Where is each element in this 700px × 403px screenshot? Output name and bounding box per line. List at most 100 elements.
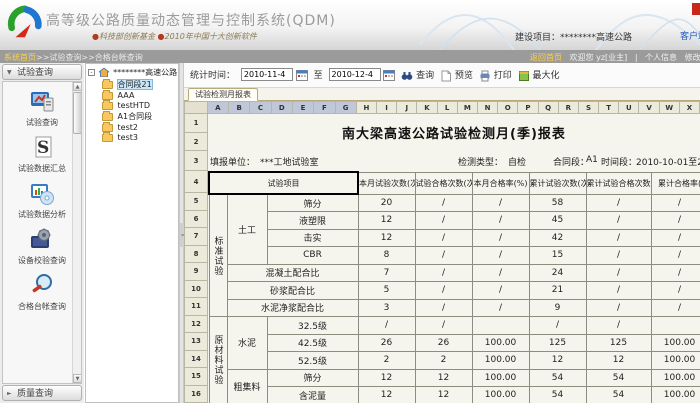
column-letter[interactable]: V	[639, 101, 659, 114]
cell[interactable]: 100.00	[651, 334, 700, 352]
cell[interactable]: 12	[529, 352, 586, 370]
column-letter[interactable]: N	[478, 101, 498, 114]
cell[interactable]: 100.00	[651, 352, 700, 370]
column-letter[interactable]: C	[250, 101, 271, 114]
cell[interactable]: 12	[358, 212, 415, 230]
column-letter[interactable]: F	[314, 101, 335, 114]
cell[interactable]: /	[651, 212, 700, 230]
subgroup-cell[interactable]: 土工	[227, 194, 267, 264]
cell[interactable]: 125	[586, 334, 651, 352]
cell[interactable]: 26	[415, 334, 472, 352]
cell[interactable]: 100.00	[651, 387, 700, 403]
cell[interactable]: 42	[529, 229, 586, 247]
item-cell[interactable]: 液塑限	[267, 212, 358, 230]
row-number[interactable]: 1	[184, 114, 208, 133]
column-letter[interactable]: H	[357, 101, 377, 114]
cell[interactable]: /	[415, 299, 472, 317]
date-from-input[interactable]	[241, 68, 293, 81]
tree-item[interactable]: test2	[86, 122, 178, 132]
sidebar-item-test-query[interactable]: 试验查询	[10, 88, 74, 128]
sidebar-item-test-data-summary[interactable]: S 试验数据汇总	[10, 134, 74, 174]
cell[interactable]: 8	[358, 247, 415, 265]
column-letter[interactable]: Q	[539, 101, 559, 114]
cell[interactable]: /	[651, 299, 700, 317]
column-letter[interactable]: B	[229, 101, 250, 114]
scroll-down-icon[interactable]: ▼	[73, 374, 82, 383]
row-number[interactable]: 6	[184, 211, 208, 229]
tree-item[interactable]: testHTD	[86, 100, 178, 110]
sidebar-item-test-data-analysis[interactable]: 试验数据分析	[10, 180, 74, 220]
cell[interactable]: 12	[358, 369, 415, 387]
cell[interactable]: /	[415, 282, 472, 300]
sidebar-scrollbar[interactable]: ▲ ▼	[72, 82, 81, 383]
cell[interactable]: 12	[358, 387, 415, 403]
calendar-icon[interactable]	[383, 69, 395, 81]
row-number[interactable]: 8	[184, 246, 208, 264]
accordion-header-quality-query[interactable]: ► 质量查询	[2, 385, 82, 401]
cell[interactable]: /	[529, 317, 586, 335]
header-cell[interactable]: 本月试验次数(次)	[358, 172, 415, 194]
item-cell[interactable]: 水泥净浆配合比	[227, 299, 358, 317]
cell[interactable]: /	[651, 282, 700, 300]
cell[interactable]: /	[472, 229, 529, 247]
row-number[interactable]: 11	[184, 298, 208, 316]
row-number[interactable]: 2	[184, 133, 208, 151]
cell[interactable]: 2	[358, 352, 415, 370]
calendar-icon[interactable]	[296, 69, 308, 81]
column-letter[interactable]: G	[336, 101, 357, 114]
cell[interactable]: 54	[529, 387, 586, 403]
return-home-link[interactable]: 返回首页	[530, 53, 562, 62]
cell[interactable]: /	[651, 194, 700, 212]
item-cell[interactable]: 击实	[267, 229, 358, 247]
cell[interactable]: /	[586, 264, 651, 282]
cell[interactable]: 24	[529, 264, 586, 282]
row-number[interactable]: 14	[184, 351, 208, 369]
cell[interactable]: 100.00	[472, 352, 529, 370]
profile-link[interactable]: 个人信息	[645, 53, 677, 62]
maximize-button[interactable]: 最大化	[518, 68, 560, 82]
cell[interactable]: 20	[358, 194, 415, 212]
row-number[interactable]: 15	[184, 368, 208, 386]
scrollbar-thumb[interactable]	[73, 92, 82, 134]
subgroup-cell[interactable]: 水泥	[227, 317, 267, 370]
cell[interactable]: /	[651, 264, 700, 282]
cell[interactable]: /	[651, 229, 700, 247]
column-letter[interactable]: R	[559, 101, 579, 114]
cell[interactable]: 12	[358, 229, 415, 247]
cell[interactable]: 21	[529, 282, 586, 300]
cell[interactable]: /	[586, 212, 651, 230]
sidebar-item-qualified-ledger-query[interactable]: 合格台帐查询	[10, 272, 74, 312]
cell[interactable]: /	[472, 264, 529, 282]
cell[interactable]: /	[586, 299, 651, 317]
column-letter[interactable]: W	[660, 101, 680, 114]
scroll-up-icon[interactable]: ▲	[73, 82, 82, 91]
column-letter[interactable]: E	[293, 101, 314, 114]
item-cell[interactable]: 砂浆配合比	[227, 282, 358, 300]
item-cell[interactable]: 含泥量	[267, 387, 358, 403]
client-download-link[interactable]: 客户端	[680, 29, 700, 42]
column-letter[interactable]: L	[438, 101, 458, 114]
row-number[interactable]: 3	[184, 151, 208, 171]
header-cell[interactable]: 累计试验次数(次)	[529, 172, 586, 194]
cell[interactable]: /	[586, 229, 651, 247]
tab-monthly-report[interactable]: 试验检测月报表	[188, 88, 258, 101]
cell[interactable]: /	[358, 317, 415, 335]
date-to-input[interactable]	[329, 68, 381, 81]
subgroup-cell[interactable]: 粗集料	[227, 369, 267, 403]
cell[interactable]: 100.00	[472, 334, 529, 352]
cell[interactable]: /	[651, 247, 700, 265]
cell[interactable]: 58	[529, 194, 586, 212]
cell[interactable]: 54	[586, 387, 651, 403]
column-letter[interactable]: A	[208, 101, 229, 114]
row-number[interactable]: 16	[184, 386, 208, 403]
cell[interactable]: /	[472, 212, 529, 230]
group-cell[interactable]: 标准试验	[209, 194, 227, 317]
cell[interactable]: 26	[358, 334, 415, 352]
cell[interactable]: 15	[529, 247, 586, 265]
header-cell[interactable]: 本月合格率(%)	[472, 172, 529, 194]
column-letter[interactable]: T	[599, 101, 619, 114]
row-number[interactable]: 9	[184, 263, 208, 281]
cell[interactable]: 7	[358, 264, 415, 282]
sheet-corner-cell[interactable]	[184, 101, 208, 114]
cell[interactable]: /	[472, 247, 529, 265]
